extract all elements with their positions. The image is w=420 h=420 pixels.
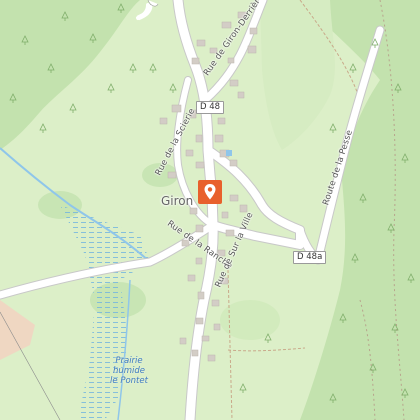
area-label-line: Prairie (115, 356, 143, 366)
area-label-line: le Pontet (110, 376, 148, 386)
map-view[interactable]: D 48 D 48a Rue de Giron-Derrière Rue de … (0, 0, 420, 420)
area-label-line: humide (112, 366, 146, 376)
place-label: Giron (161, 194, 194, 208)
road-shield-d48a: D 48a (293, 251, 327, 264)
location-marker-pin[interactable] (198, 180, 222, 204)
pool (226, 150, 232, 156)
road-shield-d48: D 48 (196, 101, 225, 114)
map-pin-icon (198, 180, 222, 204)
area-label: Prairie humide le Pontet (100, 356, 158, 386)
